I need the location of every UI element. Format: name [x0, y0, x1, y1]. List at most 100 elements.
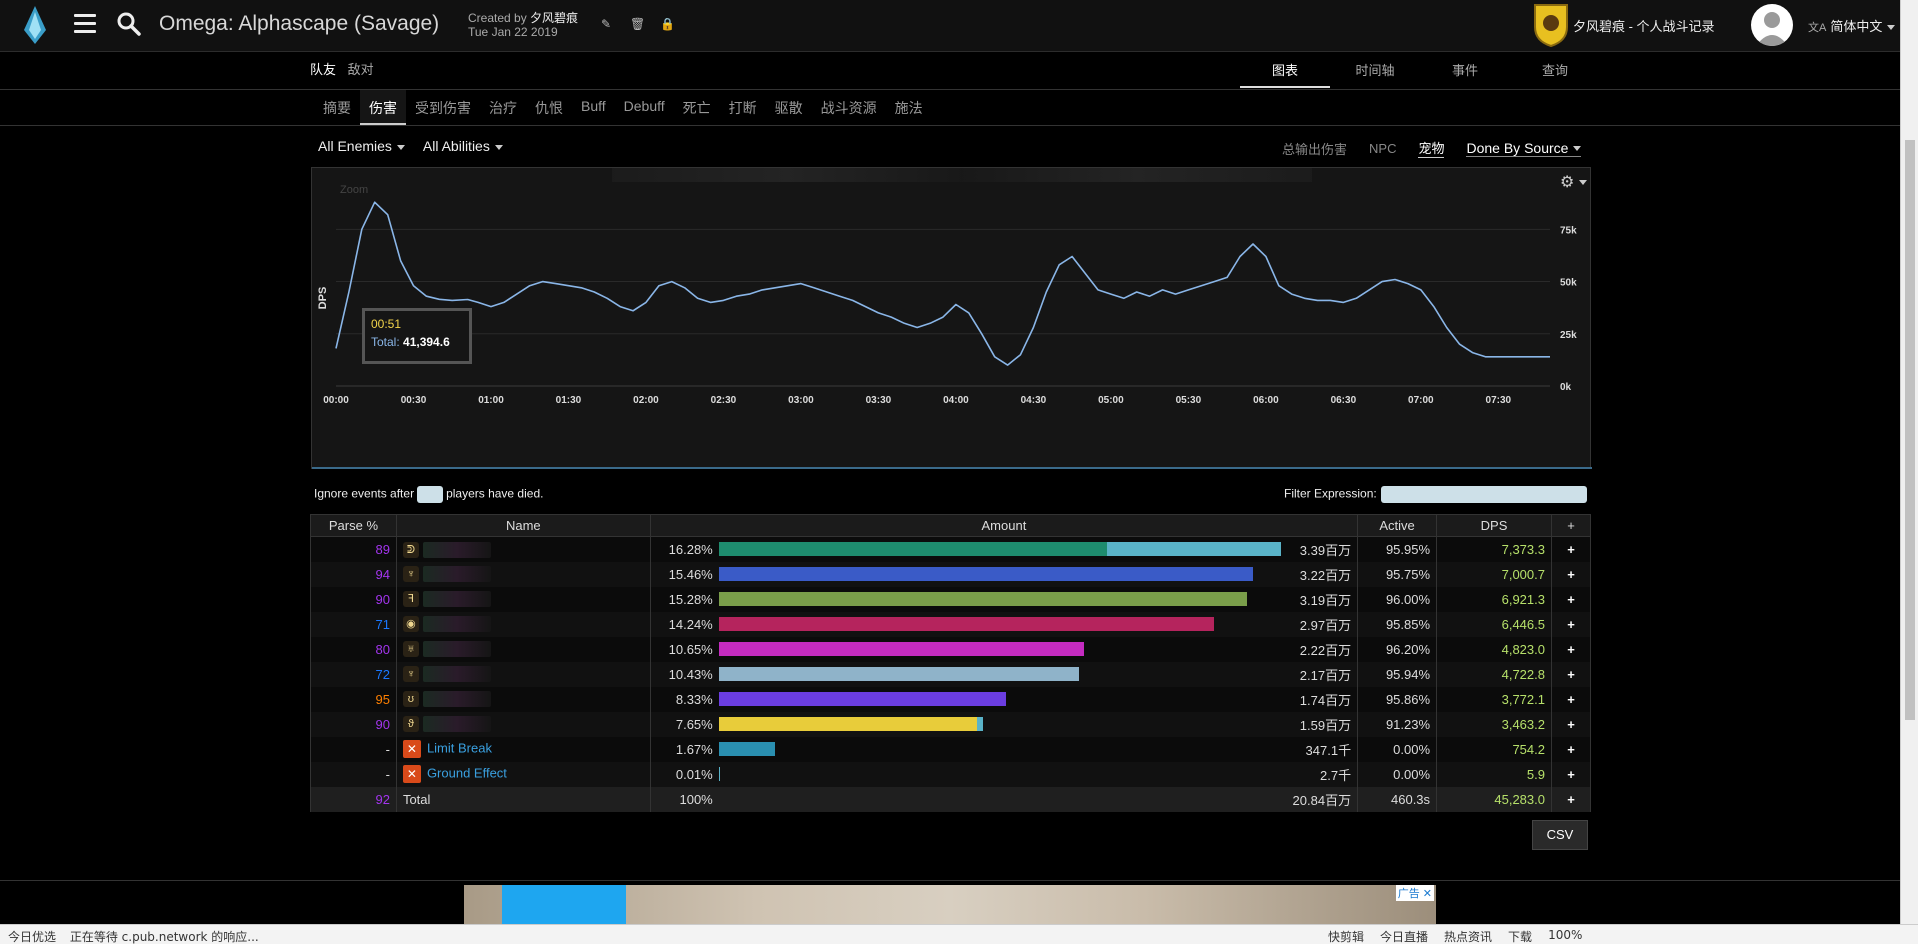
delete-trash-icon[interactable]: 🗑 [630, 17, 645, 31]
enemies-dropdown[interactable]: All Enemies [318, 138, 405, 154]
dps-cell: 6,921.3 [1436, 586, 1552, 612]
active-cell: 96.20% [1357, 636, 1438, 662]
language-selector[interactable]: 文A 简体中文 [1808, 16, 1896, 35]
search-icon[interactable] [116, 11, 142, 37]
expand-row-button[interactable]: + [1550, 661, 1592, 687]
status-download[interactable]: 下载 [1508, 928, 1532, 944]
ad-banner[interactable]: 广告 ✕ [464, 885, 1436, 925]
tab-timeline[interactable]: 时间轴 [1330, 52, 1420, 88]
parse-cell: 92 [310, 786, 397, 812]
filter-total-damage[interactable]: 总输出伤害 [1282, 139, 1347, 158]
scrollbar-thumb[interactable] [1905, 140, 1915, 720]
expand-row-button[interactable]: + [1550, 586, 1592, 612]
col-active[interactable]: Active [1357, 514, 1438, 537]
death-count-input[interactable] [417, 486, 444, 503]
player-name-redacted[interactable] [422, 691, 491, 708]
tab-enemies[interactable]: 敌对 [348, 62, 374, 77]
player-name-link[interactable]: Limit Break [427, 740, 492, 755]
table-row[interactable]: 80 ♅ 10.65% 2.22百万 96.20% 4,823.0 + [310, 636, 1592, 662]
player-name-redacted[interactable] [422, 591, 491, 608]
tab-damage-taken[interactable]: 受到伤害 [406, 90, 480, 125]
ad-label[interactable]: 广告 ✕ [1395, 885, 1434, 901]
table-row[interactable]: 72 ♆ 10.43% 2.17百万 95.94% 4,722.8 + [310, 661, 1592, 687]
guild-name-link[interactable]: 夕风碧痕 - 个人战斗记录 [1573, 16, 1715, 35]
col-dps[interactable]: DPS [1436, 514, 1552, 537]
table-row[interactable]: 95 ʊ 8.33% 1.74百万 95.86% 3,772.1 + [310, 686, 1592, 712]
expand-row-button[interactable]: + [1550, 686, 1592, 712]
col-parse[interactable]: Parse % [310, 514, 397, 537]
expand-row-button[interactable]: + [1550, 561, 1592, 587]
tab-buffs[interactable]: Buff [572, 90, 615, 125]
filter-pets[interactable]: 宠物 [1418, 138, 1445, 158]
player-name-redacted[interactable] [422, 541, 491, 558]
tab-summary[interactable]: 摘要 [314, 90, 360, 125]
tab-charts[interactable]: 图表 [1240, 52, 1330, 88]
filter-npc[interactable]: NPC [1369, 141, 1396, 156]
app-logo-icon[interactable] [24, 6, 46, 44]
status-zoom-level[interactable]: 100% [1548, 928, 1582, 944]
tab-query[interactable]: 查询 [1510, 52, 1600, 88]
tab-friendlies[interactable]: 队友 [310, 62, 336, 77]
col-add-button[interactable]: + [1550, 514, 1592, 537]
expand-row-button[interactable]: + [1550, 736, 1592, 762]
tab-events[interactable]: 事件 [1420, 52, 1510, 88]
tab-deaths[interactable]: 死亡 [674, 90, 720, 125]
amount-wrap: 10.43% 2.17百万 [657, 665, 1351, 684]
tab-dispels[interactable]: 驱散 [766, 90, 812, 125]
expand-row-button[interactable]: + [1550, 786, 1592, 812]
table-row[interactable]: 89 ᕲ 16.28% 3.39百万 95.95% 7,373.3 + [310, 536, 1592, 562]
status-daily-picks[interactable]: 今日优选 [8, 930, 56, 944]
done-by-source-dropdown[interactable]: Done By Source [1466, 140, 1582, 157]
amount-value: 3.19百万 [1299, 592, 1352, 608]
hamburger-menu-icon[interactable] [74, 14, 96, 33]
tab-threat[interactable]: 仇恨 [526, 90, 572, 125]
table-row[interactable]: 90 ϑ 7.65% 1.59百万 91.23% 3,463.2 + [310, 711, 1592, 737]
expand-row-button[interactable]: + [1550, 711, 1592, 737]
player-name-redacted[interactable] [422, 716, 491, 733]
status-quick-edit[interactable]: 快剪辑 [1328, 928, 1364, 944]
player-name-redacted[interactable] [422, 666, 491, 683]
table-body: 89 ᕲ 16.28% 3.39百万 95.95% 7,373.3 + 94 ♆ [310, 536, 1592, 812]
expand-row-button[interactable]: + [1550, 611, 1592, 637]
player-name-link[interactable]: Ground Effect [427, 765, 507, 780]
table-row[interactable]: 71 ◉ 14.24% 2.97百万 95.85% 6,446.5 + [310, 611, 1592, 637]
page-scrollbar[interactable] [1900, 0, 1918, 924]
table-header-row: Parse % Name Amount Active DPS + [310, 514, 1592, 537]
table-row[interactable]: 90 ꟻ 15.28% 3.19百万 96.00% 6,921.3 + [310, 586, 1592, 612]
user-avatar-icon[interactable] [1751, 4, 1793, 46]
tab-casts[interactable]: 施法 [886, 90, 932, 125]
abilities-dropdown[interactable]: All Abilities [423, 138, 503, 154]
dps-chart[interactable]: Zoom ⚙ 0k 25k 50k 75k 00:00 00:30 01:00 01:30 02… [311, 167, 1592, 469]
amount-bar-area [718, 667, 1281, 681]
csv-export-button[interactable]: CSV [1532, 820, 1588, 850]
created-by-user[interactable]: 夕风碧痕 [530, 11, 578, 25]
expand-row-button[interactable]: + [1550, 636, 1592, 662]
col-name[interactable]: Name [395, 514, 651, 537]
tab-damage-done[interactable]: 伤害 [360, 90, 406, 125]
table-row[interactable]: - ✕ Limit Break 1.67% 347.1千 0.00% 754.2 … [310, 736, 1592, 762]
amount-bar-area [718, 767, 1281, 781]
table-row[interactable]: 94 ♆ 15.46% 3.22百万 95.75% 7,000.7 + [310, 561, 1592, 587]
player-name-redacted[interactable] [422, 566, 491, 583]
tab-resources[interactable]: 战斗资源 [812, 90, 886, 125]
edit-pencil-icon[interactable]: ✎ [600, 17, 612, 31]
filter-expression-input[interactable] [1380, 486, 1587, 503]
table-row[interactable]: - ✕ Ground Effect 0.01% 2.7千 0.00% 5.9 + [310, 761, 1592, 787]
player-name-redacted[interactable] [422, 616, 491, 633]
tab-interrupts[interactable]: 打断 [720, 90, 766, 125]
amount-cell: 16.28% 3.39百万 [649, 536, 1359, 562]
guild-badge-icon[interactable] [1533, 3, 1569, 47]
status-live[interactable]: 今日直播 [1380, 928, 1428, 944]
col-amount[interactable]: Amount [649, 514, 1359, 537]
player-name-redacted[interactable] [422, 641, 491, 658]
tab-debuffs[interactable]: Debuff [615, 90, 674, 125]
amount-percent: 10.43% [668, 666, 713, 682]
expand-row-button[interactable]: + [1550, 761, 1592, 787]
total-amount: 20.84百万 [1292, 792, 1352, 808]
status-hot-news[interactable]: 热点资讯 [1444, 928, 1492, 944]
expand-row-button[interactable]: + [1550, 536, 1592, 562]
tab-healing[interactable]: 治疗 [480, 90, 526, 125]
parse-cell: 71 [310, 611, 397, 637]
x-tick-label: 01:00 [478, 395, 504, 406]
lock-icon[interactable]: 🔒 [660, 17, 675, 31]
